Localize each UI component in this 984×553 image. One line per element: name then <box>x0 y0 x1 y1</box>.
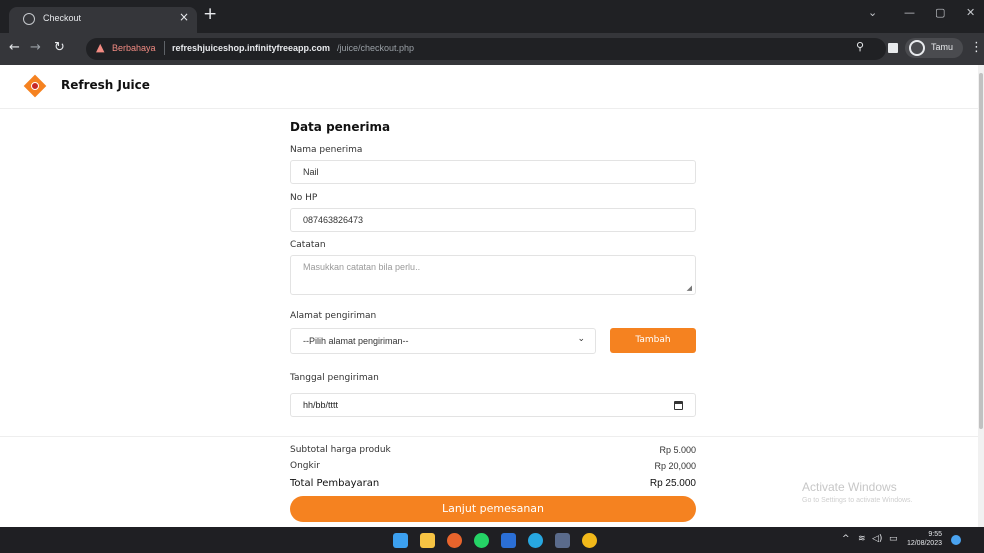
notes-placeholder: Masukkan catatan bila perlu.. <box>303 262 421 272</box>
word-icon[interactable] <box>501 533 516 548</box>
side-panel-icon[interactable] <box>888 43 898 53</box>
shipping-label: Ongkir <box>290 461 320 471</box>
scroll-thumb[interactable] <box>979 73 983 429</box>
shipping-value: Rp 20,000 <box>654 461 696 471</box>
subtotal-value: Rp 5.000 <box>659 445 696 455</box>
brand-name[interactable]: Refresh Juice <box>61 78 150 92</box>
clock-date: 12/08/2023 <box>906 540 942 547</box>
address-label: Alamat pengiriman <box>290 311 377 321</box>
url-host: refreshjuiceshop.infinityfreeapp.com <box>172 43 331 53</box>
site-header: Refresh Juice <box>0 65 978 109</box>
start-icon[interactable] <box>393 533 408 548</box>
checkout-page: Refresh Juice Data penerima Nama penerim… <box>0 65 978 527</box>
volume-icon[interactable]: ◁) <box>872 534 882 544</box>
globe-icon <box>23 13 35 25</box>
form-title: Data penerima <box>290 120 391 134</box>
tab-search-icon[interactable]: ⌄ <box>868 6 877 19</box>
tab-checkout[interactable]: Checkout × <box>9 7 197 33</box>
minimize-icon[interactable]: — <box>904 6 915 19</box>
more-menu-icon[interactable]: ⋮ <box>970 40 983 55</box>
restore-icon[interactable]: ▢ <box>935 6 945 19</box>
subtotal-label: Subtotal harga produk <box>290 445 391 455</box>
avatar-icon <box>909 40 925 56</box>
warning-icon[interactable]: ▲ <box>96 41 104 54</box>
name-field[interactable]: Nail <box>290 160 696 184</box>
page-scrollbar[interactable] <box>978 65 984 527</box>
url-divider <box>164 41 165 55</box>
chevron-down-icon: ⌄ <box>577 334 585 344</box>
logo-icon[interactable] <box>23 74 47 98</box>
store-icon[interactable] <box>555 533 570 548</box>
windows-taskbar: ^ ≋ ◁) ▭ 9:55 12/08/2023 <box>0 527 984 553</box>
profile-label: Tamu <box>931 42 954 52</box>
browser-tab-strip: Checkout × + ⌄ — ▢ ✕ <box>0 0 984 33</box>
date-label: Tanggal pengiriman <box>290 373 379 383</box>
activate-windows-title: Activate Windows <box>802 480 897 494</box>
battery-icon[interactable]: ▭ <box>889 534 898 544</box>
wifi-icon[interactable]: ≋ <box>858 534 866 544</box>
back-icon[interactable]: ← <box>9 40 20 55</box>
zoom-icon[interactable]: ⚲ <box>856 40 864 53</box>
resize-grip-icon[interactable]: ◢ <box>687 284 692 292</box>
activate-windows-subtitle: Go to Settings to activate Windows. <box>802 497 913 504</box>
clock-time: 9:55 <box>928 531 942 538</box>
name-label: Nama penerima <box>290 145 363 155</box>
new-tab-icon[interactable]: + <box>203 6 217 23</box>
calendar-icon[interactable] <box>674 401 683 410</box>
continue-order-button[interactable]: Lanjut pemesanan <box>290 496 696 522</box>
firefox-icon[interactable] <box>447 533 462 548</box>
phone-label: No HP <box>290 193 318 203</box>
show-hidden-icons-icon[interactable]: ^ <box>842 534 850 544</box>
edge-icon[interactable] <box>528 533 543 548</box>
close-window-icon[interactable]: ✕ <box>966 6 975 19</box>
address-selected: --Pilih alamat pengiriman-- <box>303 336 409 346</box>
system-clock[interactable]: 9:55 12/08/2023 <box>898 530 942 548</box>
notes-label: Catatan <box>290 240 326 250</box>
url-path: /juice/checkout.php <box>337 43 415 53</box>
profile-button[interactable]: Tamu <box>905 38 963 58</box>
address-select[interactable]: --Pilih alamat pengiriman-- ⌄ <box>290 328 596 354</box>
browser-toolbar: ← → ↻ ▲ Berbahaya refreshjuiceshop.infin… <box>0 33 984 65</box>
tab-title: Checkout <box>43 13 82 23</box>
add-address-button[interactable]: Tambah <box>610 328 696 353</box>
order-summary: Subtotal harga produk Rp 5.000 Ongkir Rp… <box>0 436 978 527</box>
phone-value: 087463826473 <box>303 215 364 225</box>
date-input[interactable]: hh/bb/tttt <box>290 393 696 417</box>
phone-field[interactable]: 087463826473 <box>290 208 696 232</box>
notes-textarea[interactable]: Masukkan catatan bila perlu.. ◢ <box>290 255 696 295</box>
forward-icon[interactable]: → <box>30 40 41 55</box>
notification-icon[interactable] <box>951 535 961 545</box>
security-warning-label[interactable]: Berbahaya <box>112 43 156 53</box>
tab-close-icon[interactable]: × <box>179 10 189 24</box>
file-explorer-icon[interactable] <box>420 533 435 548</box>
total-value: Rp 25.000 <box>649 478 696 489</box>
name-value: Nail <box>303 167 319 177</box>
whatsapp-icon[interactable] <box>474 533 489 548</box>
chrome-icon[interactable] <box>582 533 597 548</box>
date-value: hh/bb/tttt <box>303 400 339 410</box>
address-bar[interactable]: ▲ Berbahaya refreshjuiceshop.infinityfre… <box>86 38 886 60</box>
reload-icon[interactable]: ↻ <box>54 40 65 55</box>
total-label: Total Pembayaran <box>290 478 380 489</box>
